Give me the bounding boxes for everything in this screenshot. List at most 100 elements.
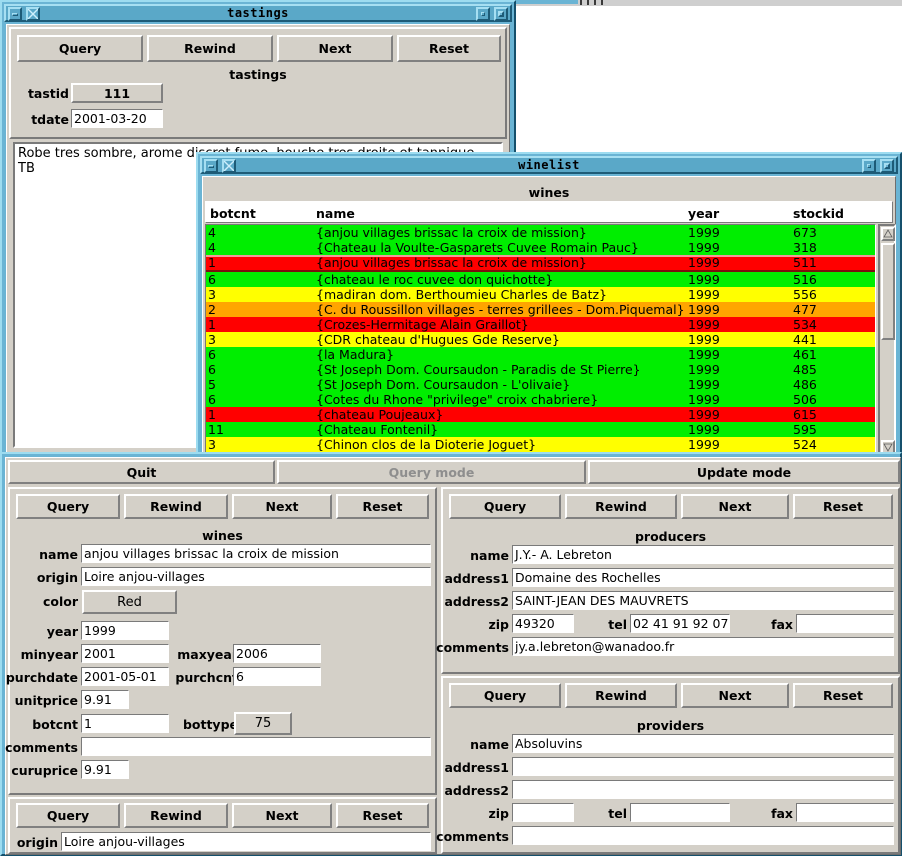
wines-origin-label: origin — [36, 570, 78, 585]
table-row[interactable]: 3 {CDR chateau d'Hugues Gde Reserve} 1999 4… — [206, 332, 875, 347]
providers-address1-field[interactable] — [512, 757, 894, 776]
tastid-value-button[interactable]: 111 — [71, 83, 163, 103]
origins-query-button[interactable]: Query — [16, 803, 120, 828]
origins-rewind-button[interactable]: Rewind — [124, 803, 228, 828]
producers-reset-button[interactable]: Reset — [793, 494, 893, 519]
titlebar-tastings[interactable]: tastings — [4, 4, 512, 22]
wines-rewind-button[interactable]: Rewind — [124, 494, 228, 519]
wines-maxyear-field[interactable]: 2006 — [233, 644, 321, 663]
cell-name: {chateau le roc cuvee don quichotte} — [316, 272, 554, 287]
cell-stockid: 485 — [793, 362, 817, 377]
cell-botcnt: 6 — [208, 347, 216, 362]
wines-comments-field[interactable] — [81, 737, 431, 756]
query-mode-button[interactable]: Query mode — [277, 460, 586, 484]
scrollbar-thumb[interactable] — [881, 243, 895, 340]
tdate-field[interactable]: 2001-03-20 — [71, 109, 163, 128]
producers-name-field[interactable]: J.Y.- A. Lebreton — [512, 545, 894, 564]
producers-query-button[interactable]: Query — [449, 494, 561, 519]
producers-rewind-button[interactable]: Rewind — [565, 494, 677, 519]
titlebar-winelist[interactable]: winelist — [200, 156, 898, 174]
winelist-vertical-scrollbar[interactable] — [878, 224, 896, 457]
tastings-next-button[interactable]: Next — [277, 35, 393, 62]
table-row[interactable]: 1 {Crozes-Hermitage Alain Graillot} 1999 53… — [206, 317, 875, 332]
providers-rewind-button[interactable]: Rewind — [565, 683, 677, 708]
table-row[interactable]: 4 {Chateau la Voulte-Gasparets Cuvee Roma… — [206, 240, 875, 255]
background-window-titlebar — [515, 0, 578, 4]
table-row[interactable]: 6 {chateau le roc cuvee don quichotte} 199… — [206, 272, 875, 287]
cell-stockid: 673 — [793, 225, 817, 240]
table-row[interactable]: 6 {St Joseph Dom. Coursaudon - Paradis de… — [206, 362, 875, 377]
main-client-area: Quit Query mode Update mode Query Rewind… — [5, 457, 901, 855]
wines-name-field[interactable]: anjou villages brissac la croix de missi… — [81, 544, 431, 563]
origins-next-button[interactable]: Next — [232, 803, 332, 828]
wines-purchdate-field[interactable]: 2001-05-01 — [81, 667, 169, 686]
providers-fax-field[interactable] — [796, 803, 894, 822]
providers-address2-field[interactable] — [512, 780, 894, 799]
table-row[interactable]: 5 {St Joseph Dom. Coursaudon - L'olivaie}… — [206, 377, 875, 392]
producers-tel-field[interactable]: 02 41 91 92 07 — [630, 614, 730, 633]
table-row[interactable]: 1 {anjou villages brissac la croix de mis… — [206, 255, 875, 272]
providers-comments-field[interactable] — [512, 826, 894, 845]
providers-name-field[interactable]: Absoluvins — [512, 734, 894, 753]
wines-color-button[interactable]: Red — [82, 590, 177, 614]
tastings-query-button[interactable]: Query — [17, 35, 143, 62]
wines-bottype-button[interactable]: 75 — [234, 712, 292, 735]
wines-minyear-field[interactable]: 2001 — [81, 644, 169, 663]
table-row[interactable]: 1 {chateau Poujeaux} 1999 615 — [206, 407, 875, 422]
scroll-up-arrow-icon[interactable] — [881, 227, 895, 241]
table-row[interactable]: 2 {C. du Roussillon villages - terres gri… — [206, 302, 875, 317]
wines-origin-field[interactable]: Loire anjou-villages — [81, 567, 431, 586]
table-row[interactable]: 4 {anjou villages brissac la croix de mis… — [206, 225, 875, 240]
table-row[interactable]: 3 {Chinon clos de la Dioterie Joguet} 1999… — [206, 437, 875, 452]
producers-next-button[interactable]: Next — [681, 494, 789, 519]
producers-zip-field[interactable]: 49320 — [512, 614, 574, 633]
providers-query-button[interactable]: Query — [449, 683, 561, 708]
wines-query-button[interactable]: Query — [16, 494, 120, 519]
providers-reset-button[interactable]: Reset — [793, 683, 893, 708]
tastings-reset-button[interactable]: Reset — [397, 35, 501, 62]
maximize-icon[interactable] — [494, 7, 508, 21]
origins-origin-field[interactable]: Loire anjou-villages — [61, 832, 431, 851]
producers-fax-field[interactable] — [796, 614, 894, 633]
table-row[interactable]: 6 {Cotes du Rhone "privilege" croix chabr… — [206, 392, 875, 407]
producers-fax-label: fax — [771, 617, 793, 632]
providers-address2-label: address2 — [444, 783, 509, 798]
wines-curuprice-field[interactable]: 9.91 — [81, 760, 129, 779]
producers-address2-field[interactable]: SAINT-JEAN DES MAUVRETS — [512, 591, 894, 610]
quit-button[interactable]: Quit — [8, 460, 275, 484]
table-row[interactable]: 11 {Chateau Fontenil} 1999 595 — [206, 422, 875, 437]
producers-address1-field[interactable]: Domaine des Rochelles — [512, 568, 894, 587]
producers-name-label: name — [470, 548, 509, 563]
table-row[interactable]: 3 {madiran dom. Berthoumieu Charles de Ba… — [206, 287, 875, 302]
cell-botcnt: 6 — [208, 392, 216, 407]
tastings-rewind-button[interactable]: Rewind — [147, 35, 273, 62]
cell-botcnt: 2 — [208, 302, 216, 317]
cell-name: {Chateau la Voulte-Gasparets Cuvee Romai… — [316, 240, 639, 255]
wines-unitprice-field[interactable]: 9.91 — [81, 690, 129, 709]
cell-year: 1999 — [688, 392, 720, 407]
wines-reset-button[interactable]: Reset — [336, 494, 429, 519]
background-window-tick — [594, 0, 596, 5]
cell-botcnt: 6 — [208, 272, 216, 287]
wines-next-button[interactable]: Next — [232, 494, 332, 519]
wines-purchcnt-field[interactable]: 6 — [233, 667, 321, 686]
producers-comments-field[interactable]: jy.a.lebreton@wanadoo.fr — [512, 637, 894, 656]
providers-next-button[interactable]: Next — [681, 683, 789, 708]
cell-stockid: 615 — [793, 407, 817, 422]
table-row[interactable]: 6 {la Madura} 1999 461 — [206, 347, 875, 362]
producers-address1-label: address1 — [444, 571, 509, 586]
wines-botcnt-field[interactable]: 1 — [81, 714, 169, 733]
window-menu-icon[interactable] — [476, 7, 490, 21]
update-mode-button[interactable]: Update mode — [588, 460, 900, 484]
cell-stockid: 524 — [793, 437, 817, 452]
origins-reset-button[interactable]: Reset — [336, 803, 429, 828]
winelist-rows[interactable]: 4 {anjou villages brissac la croix de mis… — [205, 224, 876, 457]
maximize-icon[interactable] — [880, 159, 894, 173]
cell-year: 1999 — [688, 407, 720, 422]
window-menu-icon[interactable] — [862, 159, 876, 173]
providers-zip-field[interactable] — [512, 803, 574, 822]
cell-stockid: 511 — [793, 255, 817, 270]
column-header-botcnt: botcnt — [210, 206, 256, 221]
wines-year-field[interactable]: 1999 — [81, 621, 169, 640]
providers-tel-field[interactable] — [630, 803, 730, 822]
